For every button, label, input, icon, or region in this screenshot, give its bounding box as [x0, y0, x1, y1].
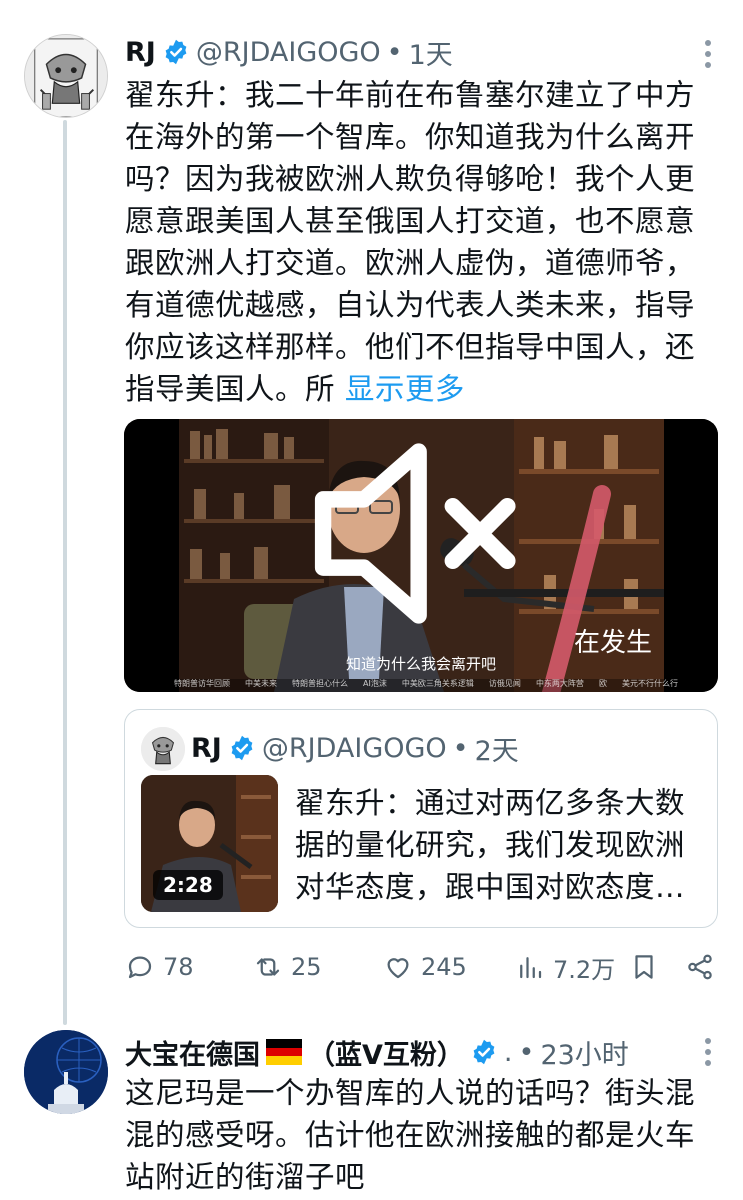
- tweet-body: 翟东升：我二十年前在布鲁塞尔建立了中方在海外的第一个智库。你知道我为什么离开吗？…: [125, 78, 696, 406]
- retweet-icon: [256, 958, 280, 976]
- chapter-label: 中东两大阵营: [535, 679, 584, 688]
- quoted-avatar[interactable]: [141, 727, 185, 771]
- quoted-timestamp[interactable]: 2天: [475, 729, 519, 768]
- reply-author-suffix[interactable]: （蓝V互粉）: [308, 1033, 464, 1072]
- mute-icon[interactable]: [124, 419, 702, 670]
- reply-button[interactable]: 78: [125, 945, 194, 989]
- like-button[interactable]: 245: [383, 945, 467, 989]
- chapter-label: AI泡沫: [363, 679, 387, 688]
- quoted-video-thumbnail[interactable]: 2:28: [141, 775, 278, 912]
- views-icon: [520, 957, 542, 979]
- quoted-author-handle[interactable]: @RJDAIGOGO: [262, 733, 447, 764]
- chapter-label: 特朗普访华回顾: [174, 679, 230, 688]
- views-button[interactable]: 7.2万: [515, 945, 615, 989]
- verified-badge-icon: [473, 1039, 495, 1065]
- chapter-label: 欧: [598, 679, 607, 688]
- separator-dot: •: [518, 1036, 535, 1068]
- avatar[interactable]: [24, 34, 108, 118]
- reply-count: 78: [163, 953, 194, 981]
- separator-dot: •: [452, 732, 469, 764]
- chapter-label: 访俄见闻: [488, 679, 521, 688]
- reply-avatar[interactable]: [24, 1030, 108, 1114]
- share-button[interactable]: [685, 945, 723, 989]
- reply-timestamp[interactable]: 23小时: [540, 1033, 628, 1072]
- show-more-link[interactable]: 显示更多: [345, 372, 465, 406]
- video-duration: 2:28: [153, 870, 223, 900]
- quoted-author-name[interactable]: RJ: [191, 733, 222, 764]
- chapter-label: 特朗普担心什么: [292, 679, 349, 688]
- share-icon: [688, 954, 712, 980]
- action-bar: 78 25 245 7.2万: [125, 945, 720, 989]
- tweet-header: RJ @RJDAIGOGO • 1天: [125, 32, 453, 72]
- chapter-label: 中美未来: [245, 679, 278, 688]
- reply-author-name[interactable]: 大宝在德国: [125, 1033, 260, 1072]
- germany-flag-icon: [266, 1039, 302, 1065]
- thread-line: [63, 120, 67, 1025]
- chapter-label: 美元不行什么行: [621, 679, 678, 688]
- retweet-button[interactable]: 25: [253, 945, 322, 989]
- author-name[interactable]: RJ: [125, 37, 156, 68]
- quoted-header: RJ @RJDAIGOGO • 2天: [191, 728, 519, 768]
- verified-badge-icon: [231, 735, 253, 761]
- more-icon[interactable]: [705, 40, 713, 68]
- retweet-count: 25: [291, 953, 322, 981]
- quoted-tweet[interactable]: RJ @RJDAIGOGO • 2天 2:28 翟东升：通过对两亿多条大数据的量…: [124, 709, 718, 928]
- video-chapters: 特朗普访华回顾 中美未来 特朗普担心什么 AI泡沫 中美欧三角关系逻辑 访俄见闻…: [174, 678, 678, 689]
- author-handle[interactable]: @RJDAIGOGO: [196, 37, 381, 68]
- chapter-label: 中美欧三角关系逻辑: [401, 679, 474, 688]
- separator-dot: •: [386, 36, 403, 68]
- reply-author-handle[interactable]: .: [504, 1037, 513, 1068]
- more-icon[interactable]: [705, 1038, 713, 1066]
- reply-text: 这尼玛是一个办智库的人说的话吗？街头混混的感受呀。估计他在欧洲接触的都是火车站附…: [125, 1076, 696, 1194]
- like-count: 245: [421, 953, 467, 981]
- verified-badge-icon: [165, 39, 187, 65]
- reply-icon: [128, 956, 152, 979]
- tweet-text: 翟东升：我二十年前在布鲁塞尔建立了中方在海外的第一个智库。你知道我为什么离开吗？…: [125, 74, 715, 410]
- bookmark-button[interactable]: [629, 945, 667, 989]
- like-icon: [387, 958, 409, 979]
- quoted-text: 翟东升：通过对两亿多条大数据的量化研究，我们发现欧洲对华态度，跟中国对欧态度…: [295, 786, 686, 904]
- video-player[interactable]: 在发生 知道为什么我会离开吧 特朗普访华回顾 中美未来 特朗普担心什么 AI泡沫…: [124, 419, 718, 692]
- tweet-timestamp[interactable]: 1天: [409, 33, 453, 72]
- reply-header: 大宝在德国 （蓝V互粉） . • 23小时: [125, 1032, 629, 1072]
- bookmark-icon: [635, 955, 653, 979]
- views-count: 7.2万: [553, 955, 616, 984]
